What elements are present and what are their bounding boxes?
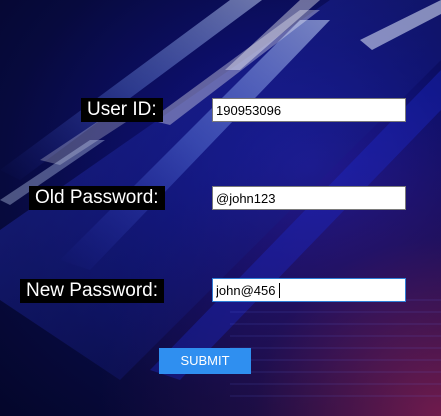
old-password-field[interactable] (212, 186, 406, 210)
submit-button[interactable]: SUBMIT (159, 348, 251, 374)
new-password-label: New Password: (20, 279, 164, 303)
old-password-label: Old Password: (29, 186, 165, 210)
user-id-label: User ID: (81, 98, 163, 122)
text-caret (279, 283, 280, 298)
new-password-field[interactable] (212, 278, 406, 302)
user-id-field[interactable] (212, 98, 406, 122)
